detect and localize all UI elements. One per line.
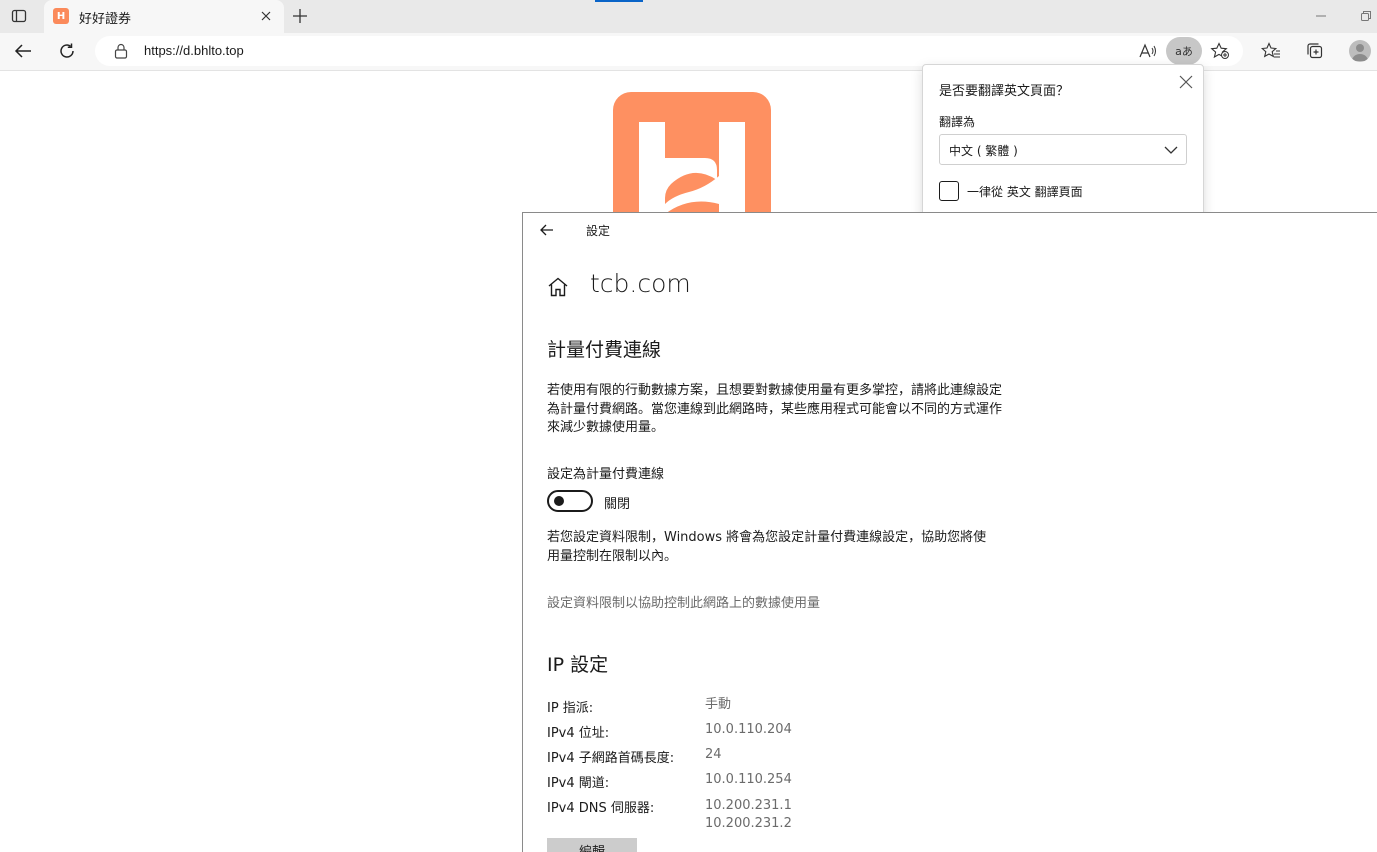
read-aloud-icon[interactable] <box>1135 39 1161 63</box>
ip-assignment-value: 手動 <box>705 697 732 712</box>
translate-popup: 是否要翻譯英文頁面？ 翻譯為 中文 ( 繁體 ) 一律從 英文 翻譯頁面 <box>922 64 1204 226</box>
minimize-icon[interactable] <box>1312 8 1330 24</box>
metered-toggle[interactable] <box>547 490 593 512</box>
metered-heading: 計量付費連線 <box>547 339 662 361</box>
close-tab-icon[interactable] <box>258 8 274 24</box>
toggle-knob <box>554 496 564 506</box>
edit-button[interactable]: 編輯 <box>547 838 637 852</box>
url-text[interactable]: https://d.bhlto.top <box>144 43 244 58</box>
back-arrow-icon[interactable] <box>537 221 557 239</box>
tab-title: 好好證券 <box>79 12 132 27</box>
ipv4-prefix-value: 24 <box>705 747 722 762</box>
tab-strip: H 好好證券 <box>0 0 1377 33</box>
translate-popup-title: 是否要翻譯英文頁面？ <box>939 84 1070 99</box>
data-limit-note: 若您設定資料限制，Windows 將會為您設定計量付費連線設定，協助您將使用量控… <box>547 530 987 564</box>
data-limit-link[interactable]: 設定資料限制以協助控制此網路上的數據使用量 <box>547 592 820 611</box>
restore-icon[interactable] <box>1357 8 1375 24</box>
home-icon <box>547 276 569 298</box>
lock-icon[interactable] <box>114 43 128 59</box>
chevron-down-icon <box>1164 142 1178 156</box>
ipv4-dns-value-2: 10.200.231.2 <box>705 816 792 831</box>
settings-window: 設定 tcb.com 計量付費連線 若使用有限的行動數據方案，且想要對數據使用量… <box>522 212 1377 852</box>
always-translate-checkbox[interactable] <box>939 181 959 201</box>
ipv4-gateway-value: 10.0.110.254 <box>705 772 792 787</box>
metered-description: 若使用有限的行動數據方案，且想要對數據使用量有更多掌控，請將此連線設定為計量付費… <box>547 383 1003 435</box>
profile-avatar[interactable] <box>1349 40 1371 62</box>
ipv4-dns-value-1: 10.200.231.1 <box>705 798 792 813</box>
active-tab[interactable]: H 好好證券 <box>44 0 284 33</box>
metered-toggle-label: 設定為計量付費連線 <box>547 467 665 482</box>
collections-icon[interactable] <box>1300 37 1330 65</box>
ip-settings-heading: IP 設定 <box>547 654 609 676</box>
address-bar[interactable]: https://d.bhlto.top aあ <box>95 36 1243 66</box>
back-icon[interactable] <box>8 37 38 65</box>
loading-indicator <box>595 0 643 2</box>
ipv4-address-label: IPv4 位址: <box>547 726 610 741</box>
language-select[interactable]: 中文 ( 繁體 ) <box>939 134 1187 165</box>
favorites-icon[interactable] <box>1256 37 1286 65</box>
new-tab-icon[interactable] <box>288 5 312 27</box>
language-select-value: 中文 ( 繁體 ) <box>949 144 1018 158</box>
ipv4-gateway-label: IPv4 閘道: <box>547 776 610 791</box>
add-favorite-icon[interactable] <box>1207 39 1233 63</box>
site-favicon-icon: H <box>53 8 69 24</box>
ip-assignment-label: IP 指派: <box>547 701 594 716</box>
always-translate-label[interactable]: 一律從 英文 翻譯頁面 <box>967 183 1083 200</box>
close-icon[interactable] <box>1177 73 1195 91</box>
tab-actions-icon[interactable] <box>6 5 32 27</box>
toggle-state-text: 關閉 <box>604 497 631 512</box>
translate-icon[interactable]: aあ <box>1166 37 1202 65</box>
ipv4-dns-label: IPv4 DNS 伺服器: <box>547 801 655 816</box>
refresh-icon[interactable] <box>52 37 82 65</box>
settings-app-title: 設定 <box>586 224 611 238</box>
ipv4-address-value: 10.0.110.204 <box>705 722 792 737</box>
page-title: tcb.com <box>590 269 691 298</box>
translate-to-label: 翻譯為 <box>939 115 976 129</box>
ipv4-prefix-label: IPv4 子網路首碼長度: <box>547 751 675 766</box>
